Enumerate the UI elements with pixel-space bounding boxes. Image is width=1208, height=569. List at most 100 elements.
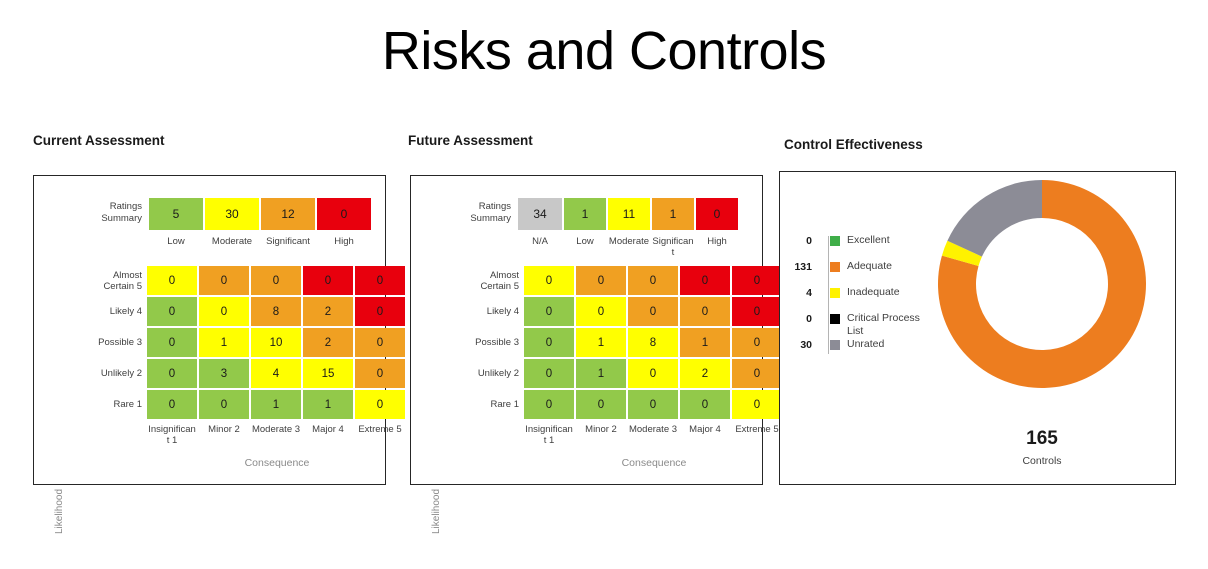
matrix-cell[interactable]: 0: [199, 390, 249, 419]
risk-matrix-grid: 0000000000018100102000000: [524, 266, 784, 421]
legend-item[interactable]: 0 Critical Process List: [790, 312, 933, 337]
matrix-cell[interactable]: 0: [628, 297, 678, 326]
consequence-labels: Insignificant 1 Minor 2 Moderate 3 Major 4 E…: [147, 424, 407, 446]
legend-item[interactable]: 131 Adequate: [790, 260, 933, 279]
matrix-cell[interactable]: 0: [732, 266, 782, 295]
matrix-cell[interactable]: 1: [576, 359, 626, 388]
matrix-cell[interactable]: 8: [628, 328, 678, 357]
matrix-cell[interactable]: 1: [251, 390, 301, 419]
matrix-cell[interactable]: 0: [732, 328, 782, 357]
matrix-row: 00000: [524, 266, 784, 295]
matrix-cell[interactable]: 0: [355, 390, 405, 419]
matrix-cell[interactable]: 0: [524, 359, 574, 388]
ratings-summary-header: Low: [167, 236, 185, 247]
matrix-cell[interactable]: 0: [732, 297, 782, 326]
matrix-cell[interactable]: 0: [732, 359, 782, 388]
matrix-cell[interactable]: 10: [251, 328, 301, 357]
ratings-summary-cell: 5: [149, 198, 203, 230]
ratings-summary-cell: 30: [205, 198, 259, 230]
matrix-cell[interactable]: 4: [251, 359, 301, 388]
matrix-cell[interactable]: 0: [147, 297, 197, 326]
matrix-cell[interactable]: 0: [303, 266, 353, 295]
likelihood-label: Possible 3: [475, 337, 519, 348]
matrix-cell[interactable]: 0: [355, 266, 405, 295]
legend-item[interactable]: 0 Excellent: [790, 234, 933, 253]
matrix-row: 00820: [147, 297, 407, 326]
matrix-cell[interactable]: 0: [524, 328, 574, 357]
likelihood-labels: Almost Certain 5 Likely 4 Possible 3 Unlike…: [68, 266, 142, 421]
legend-swatch-icon: [830, 288, 840, 298]
ratings-summary-cell: 12: [261, 198, 315, 230]
consequence-label: Moderate 3: [251, 424, 301, 435]
matrix-cell[interactable]: 1: [680, 328, 730, 357]
consequence-label: Insignificant 1: [525, 424, 573, 446]
legend-divider: [828, 236, 829, 354]
consequence-label: Major 4: [312, 424, 344, 435]
matrix-cell[interactable]: 0: [355, 297, 405, 326]
matrix-cell[interactable]: 1: [576, 328, 626, 357]
matrix-row: 00110: [147, 390, 407, 419]
matrix-cell[interactable]: 0: [524, 390, 574, 419]
matrix-cell[interactable]: 8: [251, 297, 301, 326]
matrix-cell[interactable]: 0: [355, 359, 405, 388]
likelihood-label: Rare 1: [113, 399, 142, 410]
matrix-cell[interactable]: 0: [576, 297, 626, 326]
ratings-summary-row: 5 30 12 0: [149, 198, 373, 230]
matrix-cell[interactable]: 0: [147, 328, 197, 357]
matrix-cell[interactable]: 2: [303, 297, 353, 326]
matrix-cell[interactable]: 0: [355, 328, 405, 357]
ratings-summary-row: 34 1 11 1 0: [518, 198, 740, 230]
legend-item-value: 0: [806, 313, 812, 325]
likelihood-label: Unlikely 2: [477, 368, 519, 379]
matrix-cell[interactable]: 0: [680, 390, 730, 419]
matrix-cell[interactable]: 0: [628, 359, 678, 388]
legend-item-value: 131: [794, 261, 812, 273]
matrix-cell[interactable]: 2: [303, 328, 353, 357]
ratings-summary-cell: 1: [564, 198, 606, 230]
donut-center-value: 165: [1026, 428, 1058, 449]
likelihood-label: Likely 4: [486, 306, 519, 317]
donut-center-label: Controls: [1022, 455, 1062, 467]
matrix-cell[interactable]: 0: [628, 390, 678, 419]
matrix-cell[interactable]: 0: [680, 297, 730, 326]
ratings-summary-cell: 0: [317, 198, 371, 230]
page-title: Risks and Controls: [381, 21, 827, 81]
consequence-labels: Insignificant 1 Minor 2 Moderate 3 Major 4 E…: [524, 424, 784, 446]
likelihood-label: Rare 1: [490, 399, 519, 410]
axis-title-consequence: Consequence: [244, 457, 310, 469]
ratings-summary-header: N/A: [532, 236, 548, 247]
ratings-summary-header: Significant: [652, 236, 694, 258]
matrix-row: 00000: [147, 266, 407, 295]
matrix-cell[interactable]: 0: [147, 359, 197, 388]
matrix-cell[interactable]: 0: [199, 297, 249, 326]
matrix-cell[interactable]: 0: [524, 266, 574, 295]
matrix-cell[interactable]: 0: [199, 266, 249, 295]
section-heading-current-assessment: Current Assessment: [33, 133, 165, 148]
donut-segment[interactable]: [947, 180, 1042, 257]
matrix-cell[interactable]: 0: [680, 266, 730, 295]
legend-item[interactable]: 30 Unrated: [790, 338, 933, 357]
ratings-summary-cell: 1: [652, 198, 694, 230]
matrix-cell[interactable]: 0: [576, 390, 626, 419]
legend-swatch-icon: [830, 314, 840, 324]
consequence-label: Insignificant 1: [148, 424, 196, 446]
matrix-cell[interactable]: 0: [524, 297, 574, 326]
legend-item-value: 4: [806, 287, 812, 299]
matrix-cell[interactable]: 1: [303, 390, 353, 419]
legend-item[interactable]: 4 Inadequate: [790, 286, 933, 305]
matrix-cell[interactable]: 0: [576, 266, 626, 295]
legend-item-label: Excellent: [847, 234, 890, 246]
matrix-cell[interactable]: 1: [199, 328, 249, 357]
section-heading-future-assessment: Future Assessment: [408, 133, 533, 148]
current-assessment-matrix: Ratings Summary 5 30 12 0 Low Moderate Signif…: [34, 176, 405, 534]
matrix-cell[interactable]: 2: [680, 359, 730, 388]
risk-matrix-grid: 0 0 0 0 0 0 0 8 2 0 0 1 10 2 0 0 3 4 15 0 0 0 1 1 0: [147, 266, 407, 421]
matrix-cell[interactable]: 0: [251, 266, 301, 295]
matrix-cell[interactable]: 15: [303, 359, 353, 388]
matrix-cell[interactable]: 3: [199, 359, 249, 388]
matrix-cell[interactable]: 0: [628, 266, 678, 295]
ratings-summary-header-row: Low Moderate Significant High: [149, 232, 373, 247]
matrix-cell[interactable]: 0: [732, 390, 782, 419]
matrix-cell[interactable]: 0: [147, 266, 197, 295]
matrix-cell[interactable]: 0: [147, 390, 197, 419]
